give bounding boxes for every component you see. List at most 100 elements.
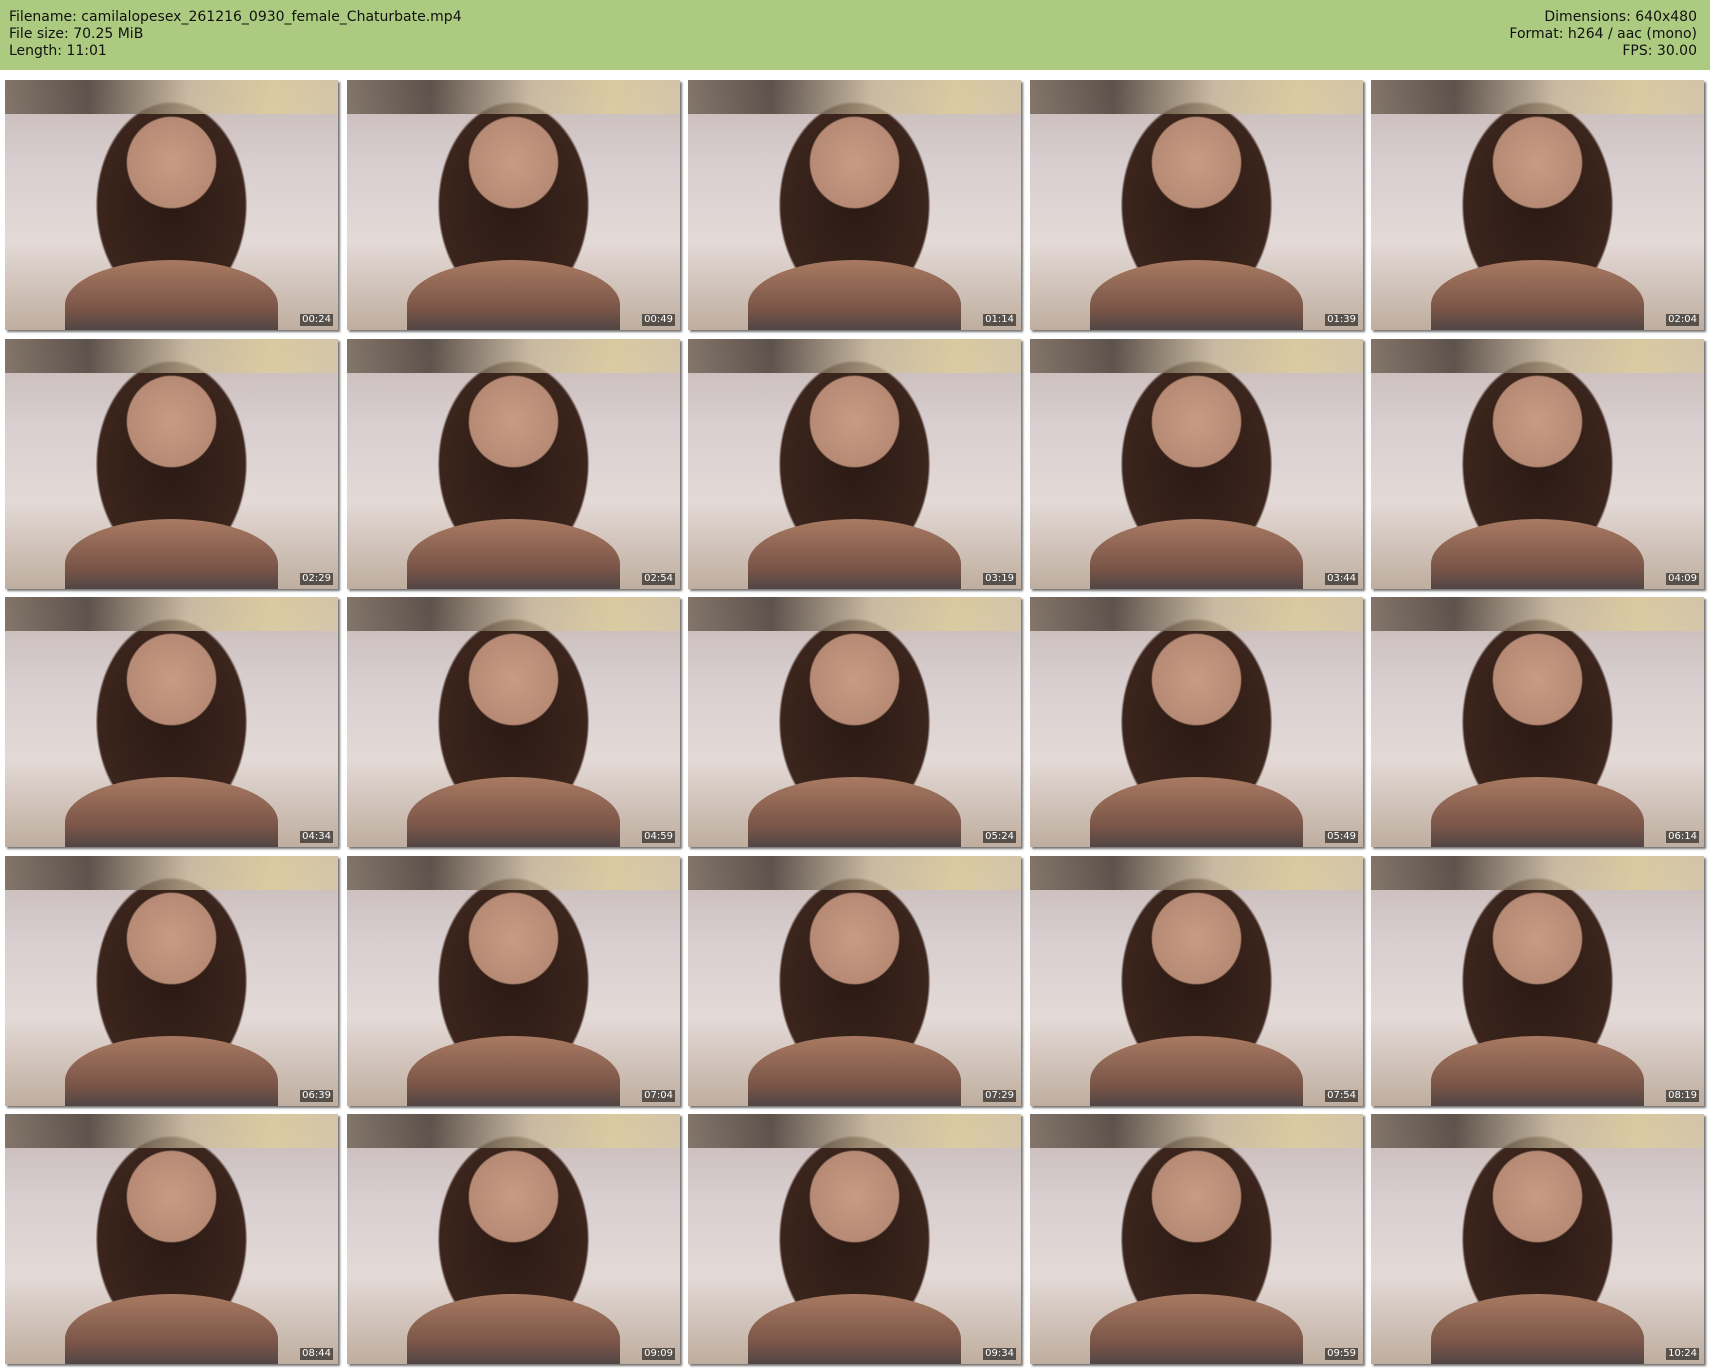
frame-subject (747, 519, 962, 589)
frame-timestamp: 01:39 (1325, 314, 1358, 326)
wall-art-backdrop (688, 339, 1021, 373)
frame-timestamp: 03:44 (1325, 573, 1358, 585)
wall-art-backdrop (1030, 80, 1363, 114)
wall-art-backdrop (1371, 856, 1704, 890)
wall-art-backdrop (1371, 1114, 1704, 1148)
wall-art-backdrop (1030, 339, 1363, 373)
video-frame-thumbnail: 05:49 (1030, 597, 1363, 847)
video-frame-thumbnail: 09:59 (1030, 1114, 1363, 1364)
frame-subject (406, 260, 621, 330)
video-frame-thumbnail: 02:04 (1371, 80, 1704, 330)
dimensions-text: Dimensions: 640x480 (1544, 9, 1697, 25)
video-frame-thumbnail: 04:09 (1371, 339, 1704, 589)
frame-subject (406, 1036, 621, 1106)
frame-timestamp: 07:54 (1325, 1090, 1358, 1102)
frame-timestamp: 08:44 (300, 1348, 333, 1360)
frame-subject (64, 260, 279, 330)
frame-subject (1430, 1294, 1645, 1364)
frame-subject (747, 1036, 962, 1106)
file-info-header: Filename: camilalopesex_261216_0930_fema… (0, 0, 1710, 70)
frame-timestamp: 10:24 (1666, 1348, 1699, 1360)
frame-subject (406, 519, 621, 589)
frame-subject (1430, 260, 1645, 330)
video-frame-thumbnail: 07:04 (347, 856, 680, 1106)
video-frame-thumbnail: 05:24 (688, 597, 1021, 847)
wall-art-backdrop (1030, 856, 1363, 890)
video-frame-thumbnail: 09:09 (347, 1114, 680, 1364)
frame-timestamp: 05:24 (983, 831, 1016, 843)
frame-subject (406, 1294, 621, 1364)
video-frame-thumbnail: 02:54 (347, 339, 680, 589)
video-frame-thumbnail: 00:49 (347, 80, 680, 330)
frame-subject (1089, 1036, 1304, 1106)
wall-art-backdrop (5, 1114, 338, 1148)
video-frame-thumbnail: 08:19 (1371, 856, 1704, 1106)
wall-art-backdrop (1371, 80, 1704, 114)
wall-art-backdrop (347, 856, 680, 890)
filename-text: Filename: camilalopesex_261216_0930_fema… (9, 9, 462, 25)
frame-timestamp: 02:54 (642, 573, 675, 585)
wall-art-backdrop (347, 1114, 680, 1148)
fps-text: FPS: 30.00 (1622, 43, 1697, 59)
video-frame-thumbnail: 04:34 (5, 597, 338, 847)
frame-timestamp: 06:39 (300, 1090, 333, 1102)
frame-timestamp: 05:49 (1325, 831, 1358, 843)
frame-subject (1089, 260, 1304, 330)
wall-art-backdrop (5, 80, 338, 114)
frame-timestamp: 04:09 (1666, 573, 1699, 585)
wall-art-backdrop (5, 597, 338, 631)
frame-subject (747, 1294, 962, 1364)
format-text: Format: h264 / aac (mono) (1509, 26, 1697, 42)
frame-timestamp: 02:29 (300, 573, 333, 585)
video-frame-thumbnail: 03:44 (1030, 339, 1363, 589)
wall-art-backdrop (688, 597, 1021, 631)
frame-subject (64, 519, 279, 589)
video-frame-thumbnail: 02:29 (5, 339, 338, 589)
wall-art-backdrop (5, 339, 338, 373)
frame-subject (747, 260, 962, 330)
frame-subject (64, 777, 279, 847)
wall-art-backdrop (347, 597, 680, 631)
frame-timestamp: 02:04 (1666, 314, 1699, 326)
wall-art-backdrop (347, 339, 680, 373)
frame-subject (1089, 777, 1304, 847)
frame-timestamp: 09:34 (983, 1348, 1016, 1360)
frame-timestamp: 04:34 (300, 831, 333, 843)
file-info-left: Filename: camilalopesex_261216_0930_fema… (9, 9, 462, 60)
frame-subject (64, 1036, 279, 1106)
frame-timestamp: 00:24 (300, 314, 333, 326)
frame-timestamp: 09:59 (1325, 1348, 1358, 1360)
frame-timestamp: 09:09 (642, 1348, 675, 1360)
frame-timestamp: 03:19 (983, 573, 1016, 585)
frame-subject (1089, 519, 1304, 589)
length-text: Length: 11:01 (9, 43, 107, 59)
wall-art-backdrop (347, 80, 680, 114)
frame-timestamp: 07:04 (642, 1090, 675, 1102)
frame-subject (1430, 777, 1645, 847)
wall-art-backdrop (1030, 597, 1363, 631)
frame-subject (64, 1294, 279, 1364)
video-frame-thumbnail: 07:29 (688, 856, 1021, 1106)
frame-subject (747, 777, 962, 847)
frame-subject (406, 777, 621, 847)
frame-timestamp: 00:49 (642, 314, 675, 326)
video-frame-thumbnail: 04:59 (347, 597, 680, 847)
frame-timestamp: 08:19 (1666, 1090, 1699, 1102)
wall-art-backdrop (688, 80, 1021, 114)
video-frame-thumbnail: 03:19 (688, 339, 1021, 589)
video-frame-thumbnail: 01:39 (1030, 80, 1363, 330)
frame-subject (1430, 519, 1645, 589)
frame-timestamp: 06:14 (1666, 831, 1699, 843)
video-frame-thumbnail: 00:24 (5, 80, 338, 330)
filesize-text: File size: 70.25 MiB (9, 26, 144, 42)
video-frame-thumbnail: 01:14 (688, 80, 1021, 330)
video-frame-thumbnail: 08:44 (5, 1114, 338, 1364)
frame-timestamp: 07:29 (983, 1090, 1016, 1102)
wall-art-backdrop (5, 856, 338, 890)
video-frame-thumbnail: 06:14 (1371, 597, 1704, 847)
frame-timestamp: 01:14 (983, 314, 1016, 326)
video-frame-thumbnail: 10:24 (1371, 1114, 1704, 1364)
frame-subject (1089, 1294, 1304, 1364)
wall-art-backdrop (688, 1114, 1021, 1148)
file-info-right: Dimensions: 640x480 Format: h264 / aac (… (1509, 9, 1697, 60)
